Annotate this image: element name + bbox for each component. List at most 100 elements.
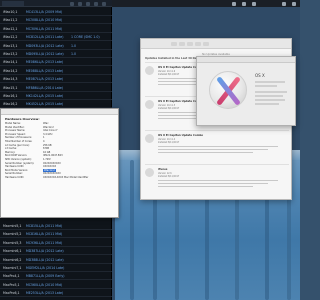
part-number-link[interactable]: MD093LL/A (2012 Late): [26, 44, 64, 48]
extra-cell[interactable]: 1.0: [71, 52, 76, 56]
model-cell[interactable]: iMac13,1: [3, 44, 17, 48]
table-row[interactable]: Macmini5,3 MC936LL/A (2011 Mid): [0, 239, 112, 247]
part-number-link[interactable]: ME253LL/A (2013 Late): [26, 291, 63, 295]
extra-cell[interactable]: 1 CORE (SMC 1.0): [71, 35, 100, 39]
system-information-window: Hardware Overview: Model Name: iMac Model …: [0, 108, 119, 218]
model-cell[interactable]: iMac12,2: [3, 35, 17, 39]
part-number-link[interactable]: MD388LL/A (2012 Late): [26, 258, 64, 262]
table-row[interactable]: iMac14,1 ME086LL/A (2013 Late): [0, 58, 112, 67]
part-number-link[interactable]: MGEM2LL/A (2014 Late): [26, 266, 64, 270]
table-row[interactable]: Macmini6,2 MD388LL/A (2012 Late): [0, 256, 112, 264]
table-row[interactable]: iMac11,2 MC508LL/A (2010 Mid): [0, 16, 112, 25]
part-number-link[interactable]: MD095LL/A (2012 Late): [26, 52, 64, 56]
update-name: iTunes: [158, 168, 168, 171]
part-number-link[interactable]: MB871LL/A (2009 Early): [26, 274, 65, 278]
spec-key: L3 Cache:: [5, 147, 17, 151]
model-cell[interactable]: MacPro4,1: [3, 274, 20, 278]
model-cell[interactable]: Macmini5,3: [3, 241, 21, 245]
part-number-link[interactable]: MC309LL/A (2011 Mid): [26, 27, 62, 31]
table-row[interactable]: Macmini5,2 MC816LL/A (2011 Mid): [0, 230, 112, 239]
table-row[interactable]: MacPro5,1 MC560LL/A (2010 Mid): [0, 281, 112, 289]
part-number-link[interactable]: MC413LL/A (2009 Mid): [26, 10, 62, 14]
part-number-link[interactable]: MC936LL/A (2011 Mid): [26, 241, 62, 245]
spec-key: Memory:: [5, 150, 16, 154]
table-row[interactable]: Macmini5,1 MC815LL/A (2011 Mid): [0, 222, 112, 230]
search-icon[interactable]: [282, 1, 286, 6]
part-number-link[interactable]: ME087LL/A (2013 Late): [26, 77, 63, 81]
part-number-link[interactable]: MD387LL/A (2012 Late): [26, 249, 64, 253]
model-cell[interactable]: iMac14,1: [3, 60, 17, 64]
model-cell[interactable]: iMac12,1: [3, 27, 17, 31]
spec-key: Number of Processors:: [5, 136, 32, 140]
spec-value: iMac12,2: [43, 168, 56, 172]
model-cell[interactable]: Macmini7,1: [3, 266, 21, 270]
spec-key: Model Identifier:: [5, 125, 25, 129]
table-row[interactable]: iMac10,1 MC413LL/A (2009 Mid): [0, 8, 112, 16]
model-cell[interactable]: iMac16,1: [3, 94, 17, 98]
part-number-link[interactable]: MF886LL/A (2014 Late): [26, 86, 63, 90]
os-x-logo-icon: [209, 71, 247, 109]
toolbar-button[interactable]: [203, 42, 209, 46]
model-cell[interactable]: iMac14,2: [3, 69, 17, 73]
toolbar-button[interactable]: [195, 42, 201, 46]
model-cell[interactable]: iMac11,2: [3, 18, 17, 22]
table-row[interactable]: Macmini7,1 MGEM2LL/A (2014 Late): [0, 264, 112, 272]
volume-icon[interactable]: [252, 1, 256, 6]
update-item[interactable]: iTunes Version 12.6 Installed 8/11/2017: [145, 164, 289, 198]
window-titlebar[interactable]: [1, 109, 118, 115]
update-name: OS X El Capitan Update Combo: [158, 134, 204, 137]
update-item[interactable]: OS X El Capitan Update Combo Version 10.1…: [145, 130, 289, 164]
toolbar-button[interactable]: [187, 42, 193, 46]
model-cell[interactable]: iMac10,1: [3, 10, 17, 14]
model-cell[interactable]: Macmini5,2: [3, 232, 21, 236]
part-number-link[interactable]: MK142LL/A (2015 Late): [26, 94, 63, 98]
spec-key: Model Name:: [5, 122, 21, 125]
window-titlebar[interactable]: [197, 57, 295, 63]
model-cell[interactable]: iMac14,3: [3, 77, 17, 81]
part-number-link[interactable]: MC815LL/A (2011 Mid): [26, 224, 62, 228]
part-number-link[interactable]: MC508LL/A (2010 Mid): [26, 18, 62, 22]
table-row[interactable]: Macmini6,1 MD387LL/A (2012 Late): [0, 247, 112, 256]
menu-list-icon[interactable]: [292, 1, 296, 6]
spec-value: 4: [43, 140, 45, 143]
spec-value: 8 MB: [43, 147, 49, 151]
model-cell[interactable]: Macmini5,1: [3, 224, 21, 228]
model-cell[interactable]: iMac15,1: [3, 86, 17, 90]
spec-value: iMac12,2: [43, 125, 54, 129]
model-cell[interactable]: Macmini6,1: [3, 249, 21, 253]
part-number-link[interactable]: MC816LL/A (2011 Mid): [26, 232, 62, 236]
sheet-tab[interactable]: [2, 1, 24, 6]
toolbar-button[interactable]: [171, 42, 177, 46]
table-row[interactable]: iMac14,2 ME088LL/A (2013 Late): [0, 67, 112, 75]
table-row[interactable]: MacPro6,1 ME253LL/A (2013 Late): [0, 289, 112, 298]
part-number-link[interactable]: ME088LL/A (2013 Late): [26, 69, 63, 73]
toolbar-icon[interactable]: [86, 1, 90, 6]
toolbar-icon[interactable]: [102, 1, 106, 6]
spec-key: Boot ROM Version:: [5, 154, 28, 158]
part-number-link[interactable]: ME086LL/A (2013 Late): [26, 60, 63, 64]
model-cell[interactable]: iMac13,2: [3, 52, 17, 56]
toolbar-icon[interactable]: [78, 1, 82, 6]
part-number-link[interactable]: MK452LL/A (2015 Late): [26, 102, 63, 106]
model-cell[interactable]: Macmini6,2: [3, 258, 21, 262]
toolbar-icon[interactable]: [94, 1, 98, 6]
model-cell[interactable]: MacPro6,1: [3, 291, 20, 295]
model-cell[interactable]: MacPro5,1: [3, 283, 20, 287]
extra-cell[interactable]: 1.0: [71, 44, 76, 48]
table-row[interactable]: iMac12,2 MC812LL/A (2011 Late) 1 CORE (SMC…: [0, 33, 112, 42]
wifi-icon[interactable]: [232, 1, 236, 6]
toolbar-button[interactable]: [179, 42, 185, 46]
table-row[interactable]: iMac12,1 MC309LL/A (2011 Mid): [0, 25, 112, 33]
part-number-link[interactable]: MC560LL/A (2010 Mid): [26, 283, 62, 287]
toolbar-icon[interactable]: [70, 1, 74, 6]
table-row[interactable]: iMac13,1 MD093LL/A (2012 Late) 1.0: [0, 42, 112, 50]
table-row[interactable]: iMac16,1 MK142LL/A (2015 Late): [0, 92, 112, 100]
table-row[interactable]: iMac13,2 MD095LL/A (2012 Late) 1.0: [0, 50, 112, 58]
table-row[interactable]: iMac14,3 ME087LL/A (2013 Late): [0, 75, 112, 84]
table-row[interactable]: MacPro4,1 MB871LL/A (2009 Early): [0, 272, 112, 281]
model-cell[interactable]: iMac16,2: [3, 102, 17, 106]
window-titlebar[interactable]: [141, 39, 291, 49]
battery-icon[interactable]: [242, 1, 246, 6]
table-row[interactable]: iMac15,1 MF886LL/A (2014 Late): [0, 84, 112, 92]
part-number-link[interactable]: MC812LL/A (2011 Late): [26, 35, 63, 39]
